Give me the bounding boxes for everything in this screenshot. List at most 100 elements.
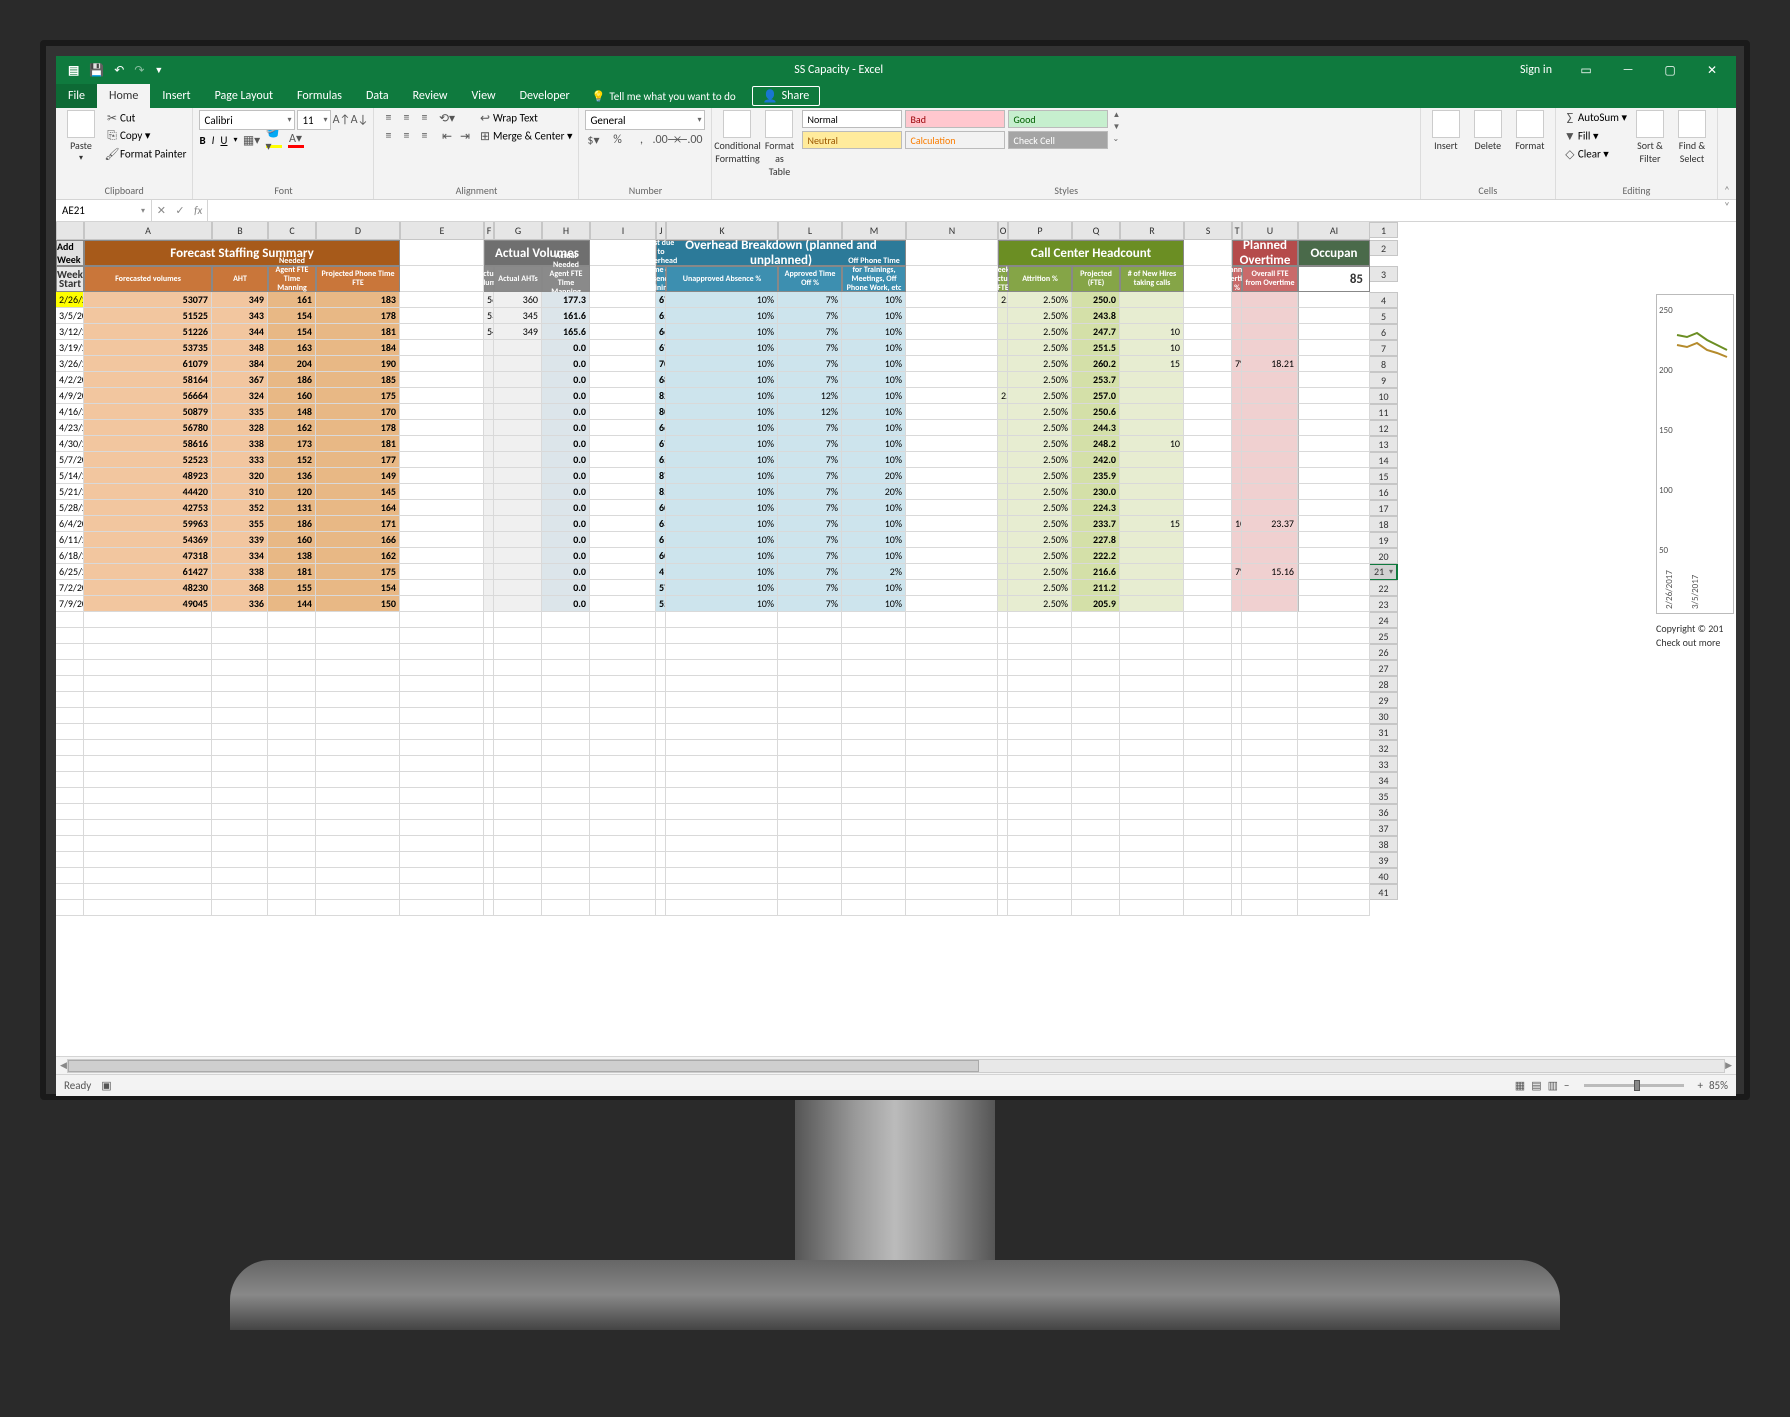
empty-cell[interactable] [590, 676, 656, 692]
empty-cell[interactable] [84, 644, 212, 660]
empty-cell[interactable] [842, 612, 906, 628]
data-cell[interactable]: 58164 [84, 372, 212, 388]
empty-cell[interactable] [1072, 788, 1120, 804]
column-header[interactable]: R [1120, 222, 1184, 240]
data-cell[interactable]: 2.50% [1008, 580, 1072, 596]
data-cell[interactable]: 0.0 [542, 372, 590, 388]
empty-cell[interactable] [998, 868, 1008, 884]
worksheet-area[interactable]: ABCDEFGHIJKLMNOPQRSTUAI1Add WeekForecast… [56, 222, 1736, 1056]
data-cell[interactable]: 10% [842, 308, 906, 324]
data-cell[interactable] [484, 436, 494, 452]
empty-cell[interactable] [1008, 788, 1072, 804]
data-cell[interactable]: 67.9 [656, 340, 666, 356]
empty-cell[interactable] [656, 788, 666, 804]
data-cell[interactable]: 87.3 [656, 468, 666, 484]
data-cell[interactable]: 57.0 [656, 580, 666, 596]
empty-cell[interactable] [1072, 708, 1120, 724]
empty-cell[interactable] [1184, 820, 1232, 836]
data-cell[interactable]: 55.6 [656, 596, 666, 612]
empty-cell[interactable] [656, 884, 666, 900]
empty-cell[interactable] [1072, 740, 1120, 756]
data-cell[interactable]: 85.1 [656, 484, 666, 500]
empty-cell[interactable] [1232, 676, 1242, 692]
empty-cell[interactable] [1008, 676, 1072, 692]
empty-cell[interactable] [316, 868, 400, 884]
data-cell[interactable]: 2.50% [1008, 340, 1072, 356]
empty-cell[interactable] [484, 868, 494, 884]
data-cell[interactable]: 2.50% [1008, 372, 1072, 388]
copy-button[interactable]: ⎘Copy ▾ [104, 128, 186, 144]
empty-cell[interactable] [56, 868, 84, 884]
data-cell[interactable]: 0.0 [542, 580, 590, 596]
week-cell[interactable]: 4/30/2017 [56, 436, 84, 452]
data-cell[interactable]: 0.0 [542, 484, 590, 500]
empty-cell[interactable] [906, 884, 998, 900]
empty-cell[interactable] [906, 756, 998, 772]
data-cell[interactable] [1232, 580, 1242, 596]
empty-cell[interactable] [84, 692, 212, 708]
empty-cell[interactable] [1242, 708, 1298, 724]
empty-cell[interactable] [1008, 756, 1072, 772]
empty-cell[interactable] [842, 740, 906, 756]
style-normal[interactable]: Normal [802, 110, 902, 128]
column-header[interactable]: T [1232, 222, 1242, 240]
empty-cell[interactable] [1072, 628, 1120, 644]
empty-cell[interactable] [590, 660, 656, 676]
style-good[interactable]: Good [1008, 110, 1108, 128]
data-cell[interactable] [998, 532, 1008, 548]
empty-cell[interactable] [316, 820, 400, 836]
data-cell[interactable]: 2.50% [1008, 532, 1072, 548]
data-cell[interactable]: 10% [842, 452, 906, 468]
percent-icon[interactable]: % [609, 132, 625, 148]
data-cell[interactable]: 161 [268, 292, 316, 308]
empty-cell[interactable] [494, 644, 542, 660]
data-cell[interactable]: 7% [778, 436, 842, 452]
empty-cell[interactable] [998, 852, 1008, 868]
empty-cell[interactable] [1242, 868, 1298, 884]
empty-cell[interactable] [1120, 836, 1184, 852]
find-select-button[interactable]: Find & Select [1673, 110, 1711, 165]
empty-cell[interactable] [1184, 900, 1232, 916]
empty-cell[interactable] [542, 708, 590, 724]
empty-cell[interactable] [84, 900, 212, 916]
data-cell[interactable]: 0.0 [542, 388, 590, 404]
empty-cell[interactable] [778, 836, 842, 852]
empty-cell[interactable] [590, 612, 656, 628]
data-cell[interactable] [1120, 580, 1184, 596]
empty-cell[interactable] [656, 836, 666, 852]
empty-cell[interactable] [542, 612, 590, 628]
empty-cell[interactable] [400, 836, 484, 852]
column-header[interactable]: N [906, 222, 998, 240]
menu-data[interactable]: Data [354, 84, 401, 108]
empty-cell[interactable] [1232, 868, 1242, 884]
scroll-left-icon[interactable]: ◀ [60, 1060, 67, 1071]
menu-review[interactable]: Review [401, 84, 460, 108]
empty-cell[interactable] [590, 900, 656, 916]
data-cell[interactable]: 181 [268, 564, 316, 580]
empty-cell[interactable] [268, 724, 316, 740]
week-cell[interactable]: 3/12/2017 [56, 324, 84, 340]
column-header[interactable]: K [666, 222, 778, 240]
empty-cell[interactable] [56, 804, 84, 820]
empty-cell[interactable] [656, 740, 666, 756]
empty-cell[interactable] [542, 660, 590, 676]
empty-cell[interactable] [268, 660, 316, 676]
data-cell[interactable]: 60.0 [656, 548, 666, 564]
cancel-formula-icon[interactable]: ✕ [157, 204, 166, 217]
data-cell[interactable] [494, 452, 542, 468]
data-cell[interactable] [484, 468, 494, 484]
empty-cell[interactable] [666, 660, 778, 676]
data-cell[interactable]: 7% [778, 420, 842, 436]
week-cell[interactable]: 7/9/2017 [56, 596, 84, 612]
empty-cell[interactable] [494, 836, 542, 852]
empty-cell[interactable] [1008, 612, 1072, 628]
data-cell[interactable]: 204 [268, 356, 316, 372]
zoom-out-icon[interactable]: − [1564, 1079, 1569, 1092]
data-cell[interactable]: 0.0 [542, 548, 590, 564]
data-cell[interactable] [998, 356, 1008, 372]
empty-cell[interactable] [56, 820, 84, 836]
data-cell[interactable] [998, 468, 1008, 484]
data-cell[interactable]: 10% [666, 516, 778, 532]
empty-cell[interactable] [590, 772, 656, 788]
week-cell[interactable]: 6/18/2017 [56, 548, 84, 564]
